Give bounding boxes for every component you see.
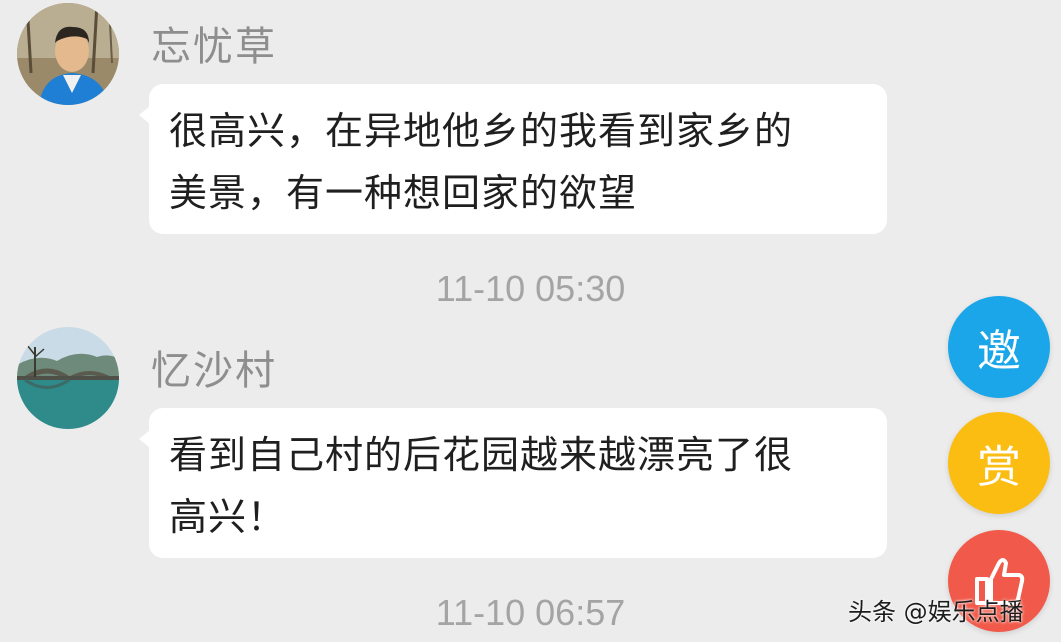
reward-button[interactable]: 赏 [948, 412, 1050, 514]
message-text: 很高兴，在异地他乡的我看到家乡的 美景，有一种想回家的欲望 [169, 109, 794, 215]
avatar-photo-man-icon [17, 3, 119, 105]
avatar[interactable] [17, 327, 119, 429]
sender-name[interactable]: 忆沙村 [151, 338, 277, 396]
avatar-photo-bridge-icon [17, 327, 119, 429]
watermark: 头条 @娱乐点播 [848, 598, 1024, 626]
message-bubble[interactable]: 很高兴，在异地他乡的我看到家乡的 美景，有一种想回家的欲望 [139, 84, 887, 234]
message-timestamp: 11-10 05:30 [435, 268, 626, 309]
comment-screen: 忘忧草 很高兴，在异地他乡的我看到家乡的 美景，有一种想回家的欲望 11-10 … [0, 0, 1061, 642]
avatar[interactable] [17, 3, 119, 105]
sender-name[interactable]: 忘忧草 [151, 14, 277, 72]
message-text: 看到自己村的后花园越来越漂亮了很 高兴！ [169, 433, 794, 539]
invite-button[interactable]: 邀 [948, 296, 1050, 398]
message-bubble[interactable]: 看到自己村的后花园越来越漂亮了很 高兴！ [139, 408, 887, 558]
